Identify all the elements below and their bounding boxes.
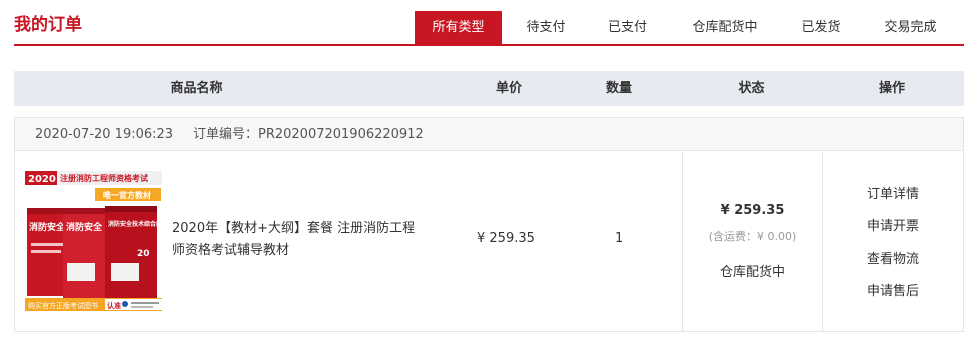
status-column: ¥ 259.35 (含运费：¥ 0.00) 仓库配货中 [682, 151, 823, 331]
svg-text:20: 20 [137, 249, 150, 259]
column-actions: 操作 [878, 81, 905, 96]
header-divider [14, 44, 964, 46]
cover-footer: 购买官方正版考试图书 [28, 301, 98, 310]
order-status: 仓库配货中 [719, 265, 785, 280]
cover-badge: 认准 [107, 301, 121, 310]
request-invoice-link[interactable]: 申请开票 [823, 215, 963, 234]
cover-year: 2020 [28, 174, 56, 185]
product-image[interactable]: 2020 注册消防工程师资格考试 唯一官方教材 消防安全 消防安全 消防安全技术… [25, 168, 162, 311]
unit-price: ¥ 259.35 [477, 231, 535, 246]
tab-paid[interactable]: 已支付 [590, 11, 665, 44]
tab-completed[interactable]: 交易完成 [857, 11, 964, 44]
cover-book-title-1: 消防安全 [29, 221, 66, 233]
quantity: 1 [615, 231, 624, 246]
cover-book-title-3: 消防安全技术综合能力 [108, 220, 162, 228]
order-card: 2020-07-20 19:06:23 订单编号：PR2020072019062… [14, 117, 964, 332]
page-title: 我的订单 [14, 15, 82, 35]
after-sales-link[interactable]: 申请售后 [823, 280, 963, 299]
column-quantity: 数量 [605, 81, 632, 96]
freight-note: (含运费：¥ 0.00) [708, 230, 797, 243]
column-product-name: 商品名称 [170, 81, 223, 96]
track-shipment-link[interactable]: 查看物流 [823, 248, 963, 267]
tab-all-types[interactable]: 所有类型 [415, 11, 502, 44]
actions-column: 订单详情 申请开票 查看物流 申请售后 [823, 151, 963, 331]
tab-shipped[interactable]: 已发货 [785, 11, 857, 44]
page-header: 我的订单 所有类型 待支付 已支付 仓库配货中 已发货 交易完成 [0, 0, 970, 46]
cover-tag: 唯一官方教材 [103, 190, 151, 200]
table-header: 商品名称 单价 数量 状态 操作 [14, 71, 964, 106]
product-name-link[interactable]: 2020年【教材+大纲】套餐 注册消防工程师资格考试辅导教材 [172, 218, 427, 262]
order-total: ¥ 259.35 [720, 203, 785, 218]
column-unit-price: 单价 [495, 81, 522, 96]
order-date: 2020-07-20 19:06:23 [35, 127, 174, 142]
order-type-tabs: 所有类型 待支付 已支付 仓库配货中 已发货 交易完成 [415, 11, 964, 44]
tab-pending-payment[interactable]: 待支付 [502, 11, 590, 44]
order-meta-bar: 2020-07-20 19:06:23 订单编号：PR2020072019062… [15, 118, 963, 151]
cover-banner: 注册消防工程师资格考试 [60, 173, 148, 183]
order-number: 订单编号：PR20200720190622091​2 [193, 127, 424, 142]
column-status: 状态 [738, 81, 765, 96]
order-details-link[interactable]: 订单详情 [823, 183, 963, 202]
tab-warehouse-picking[interactable]: 仓库配货中 [665, 11, 785, 44]
cover-book-title-2: 消防安全 [66, 221, 103, 233]
